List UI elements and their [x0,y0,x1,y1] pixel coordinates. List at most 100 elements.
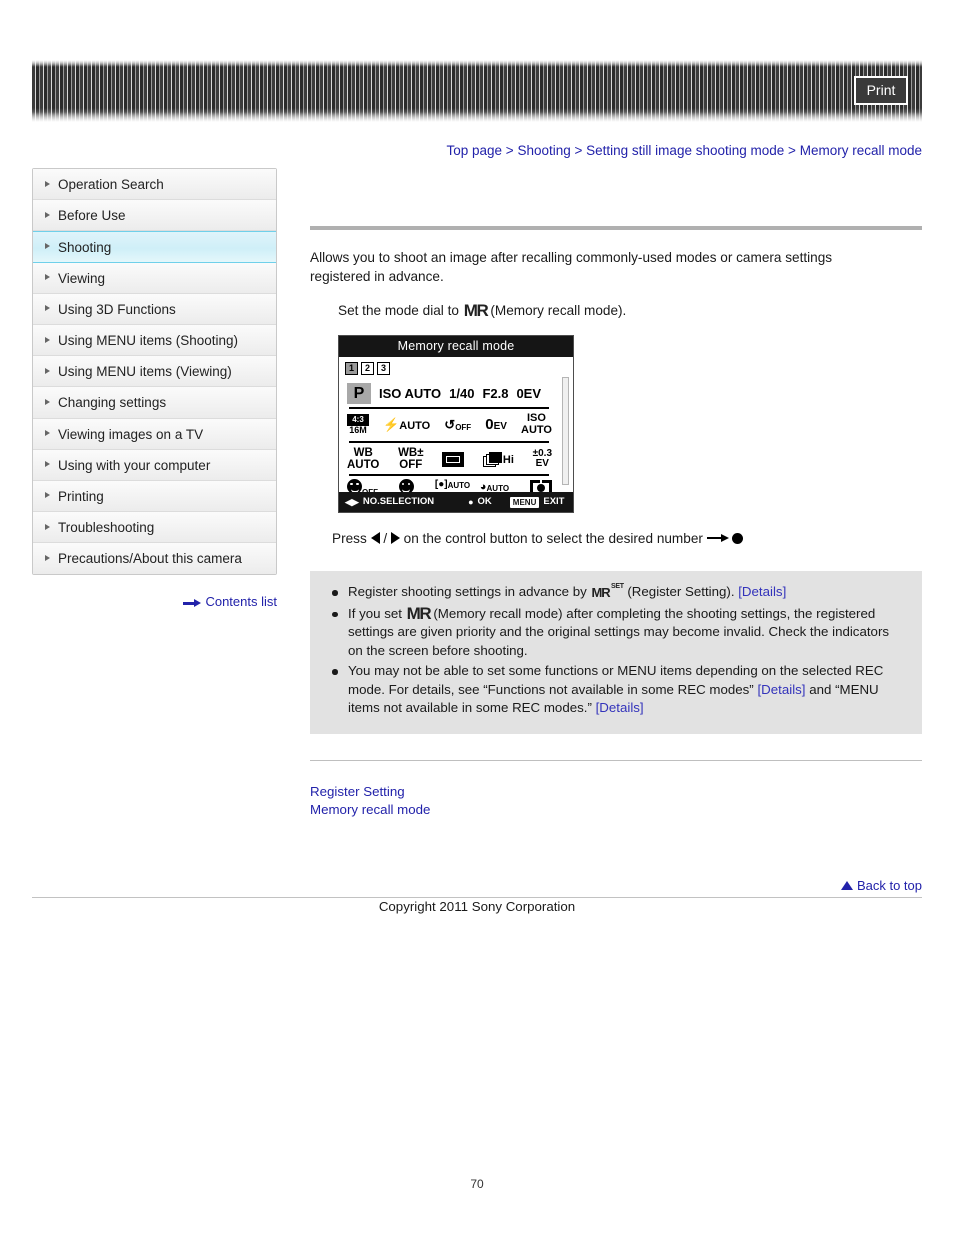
lcd-footer-hints: ◀▶ NO.SELECTION ● OK MENU EXIT [339,492,573,512]
sidebar-item-precautions-about-this-camera[interactable]: Precautions/About this camera [33,543,276,575]
chevron-right-icon [45,430,50,437]
press-prefix: Press [332,531,367,546]
lcd-memory-tabs: 1 2 3 [345,362,390,375]
step-set-mode-dial: Set the mode dial to MR (Memory recall mo… [310,301,922,321]
lcd-tab-3: 3 [377,362,390,375]
content-top-divider [310,226,922,230]
focus-bracket-icon: [●] [434,478,448,490]
press-slash: / [383,531,388,546]
sidebar-item-label: Changing settings [58,395,167,411]
sidebar-item-shooting[interactable]: Shooting [33,231,276,263]
sidebar-item-label: Troubleshooting [58,520,155,536]
sidebar-item-label: Shooting [58,240,112,256]
lcd-shutter-speed: 1/40 [449,385,475,401]
chevron-right-icon [45,243,50,250]
chevron-right-icon [45,305,50,312]
chevron-right-icon [45,180,50,187]
sidebar-item-before-use[interactable]: Before Use [33,200,276,232]
details-link[interactable]: [Details] [738,584,786,599]
contents-list-label: Contents list [205,594,277,609]
details-link[interactable]: [Details] [596,700,644,715]
breadcrumb-item-setting-still-image-shooting-mode[interactable]: Setting still image shooting mode [586,143,784,158]
sidebar-item-operation-search[interactable]: Operation Search [33,169,276,201]
lcd-self-timer: ↺OFF [444,416,472,432]
lcd-divider [349,474,549,476]
back-to-top-link[interactable]: Back to top [310,878,922,893]
sidebar-item-printing[interactable]: Printing [33,480,276,513]
lcd-tab-2: 2 [361,362,374,375]
print-button[interactable]: Print [854,76,908,105]
burst-icon [482,451,503,467]
arrow-right-icon [183,598,202,607]
sidebar-item-using-menu-items-viewing[interactable]: Using MENU items (Viewing) [33,356,276,388]
lcd-row-exposure: P ISO AUTO 1/40 F2.8 0EV [347,381,552,405]
lcd-aperture: F2.8 [482,385,509,401]
breadcrumb-item-top-page[interactable]: Top page [446,143,502,158]
related-link-register-setting[interactable]: Register Setting [310,783,922,801]
mr-dial-icon: MR [406,603,432,623]
lcd-wb-shift: WB± OFF [398,446,424,471]
lcd-row-capture-settings: 4:3 16M ⚡AUTO ↺OFF 0EV ISO AUTO [347,411,552,439]
sidebar-item-using-with-your-computer[interactable]: Using with your computer [33,449,276,481]
lcd-bracket-step: ±0.3 EV [532,447,552,469]
long-arrow-right-icon [706,534,729,542]
notes-box: Register shooting settings in advance by… [310,571,922,734]
sidebar-item-label: Using with your computer [58,457,211,473]
lcd-body: 1 2 3 P ISO AUTO 1/40 F2.8 0EV 4:3 16M ⚡… [339,357,573,502]
lcd-flash-mode: ⚡AUTO [383,416,431,432]
chevron-right-icon [45,336,50,343]
caret-up-icon [840,881,853,890]
center-button-icon [732,533,744,544]
flash-icon: ⚡ [383,416,400,432]
sidebar-item-label: Using MENU items (Shooting) [58,332,239,348]
lcd-ev: 0EV [516,385,542,401]
lcd-iso-value: ISO AUTO [379,385,442,401]
sidebar-item-viewing[interactable]: Viewing [33,262,276,294]
sidebar-item-using-menu-items-shooting[interactable]: Using MENU items (Shooting) [33,324,276,357]
press-middle: on the control button to select the desi… [403,531,703,546]
step-prefix: Set the mode dial to [338,303,459,318]
chevron-right-icon [45,555,50,562]
content-bottom-divider [310,759,922,761]
related-links: Register Setting Memory recall mode [310,783,922,819]
sidebar-item-label: Viewing [58,270,106,286]
note-text: If you set [348,605,402,621]
lcd-ev-comp: 0EV [485,416,507,434]
contents-list-link[interactable]: Contents list [32,594,277,609]
lcd-scrollbar [562,377,569,485]
header-banner: Print [32,60,922,122]
details-link[interactable]: [Details] [757,682,805,697]
breadcrumb-item-memory-recall-mode[interactable]: Memory recall mode [800,143,922,158]
chevron-right-icon [45,461,50,468]
press-instruction: Press / on the control button to select … [332,529,922,549]
sidebar-item-using-3d-functions[interactable]: Using 3D Functions [33,293,276,325]
note-item: Register shooting settings in advance by… [326,583,906,603]
lcd-mode-p: P [347,382,371,404]
timer-icon: ↺ [444,416,456,432]
sidebar-item-label: Operation Search [58,177,164,192]
lcd-megapixels: 16M [349,425,367,436]
sidebar-item-changing-settings[interactable]: Changing settings [33,387,276,419]
intro-paragraph: Allows you to shoot an image after recal… [310,250,833,284]
lcd-tab-1: 1 [345,362,358,375]
chevron-right-icon [45,523,50,530]
sidebar-item-label: Using 3D Functions [58,301,176,317]
lcd-title: Memory recall mode [339,336,573,357]
chevron-right-icon [45,398,50,405]
chevron-right-icon [45,211,50,218]
main-content: Allows you to shoot an image after recal… [310,168,922,819]
breadcrumb-separator: > [574,143,583,158]
breadcrumb-item-shooting[interactable]: Shooting [517,143,570,158]
note-item: You may not be able to set some function… [326,662,906,718]
sidebar-item-troubleshooting[interactable]: Troubleshooting [33,512,276,544]
related-link-memory-recall-mode[interactable]: Memory recall mode [310,801,922,819]
lcd-divider [349,407,549,409]
copyright-text: Copyright 2011 Sony Corporation [378,899,576,914]
footer-divider [32,897,922,898]
sidebar-item-viewing-images-on-a-tv[interactable]: Viewing images on a TV [33,418,276,450]
sidebar-item-label: Printing [58,488,104,504]
lcd-iso-setting: ISO AUTO [521,412,552,436]
breadcrumb: Top page > Shooting > Setting still imag… [300,143,922,158]
sidebar: Operation Search Before Use Shooting Vie… [32,168,277,576]
lcd-white-balance: WB AUTO [347,446,380,471]
